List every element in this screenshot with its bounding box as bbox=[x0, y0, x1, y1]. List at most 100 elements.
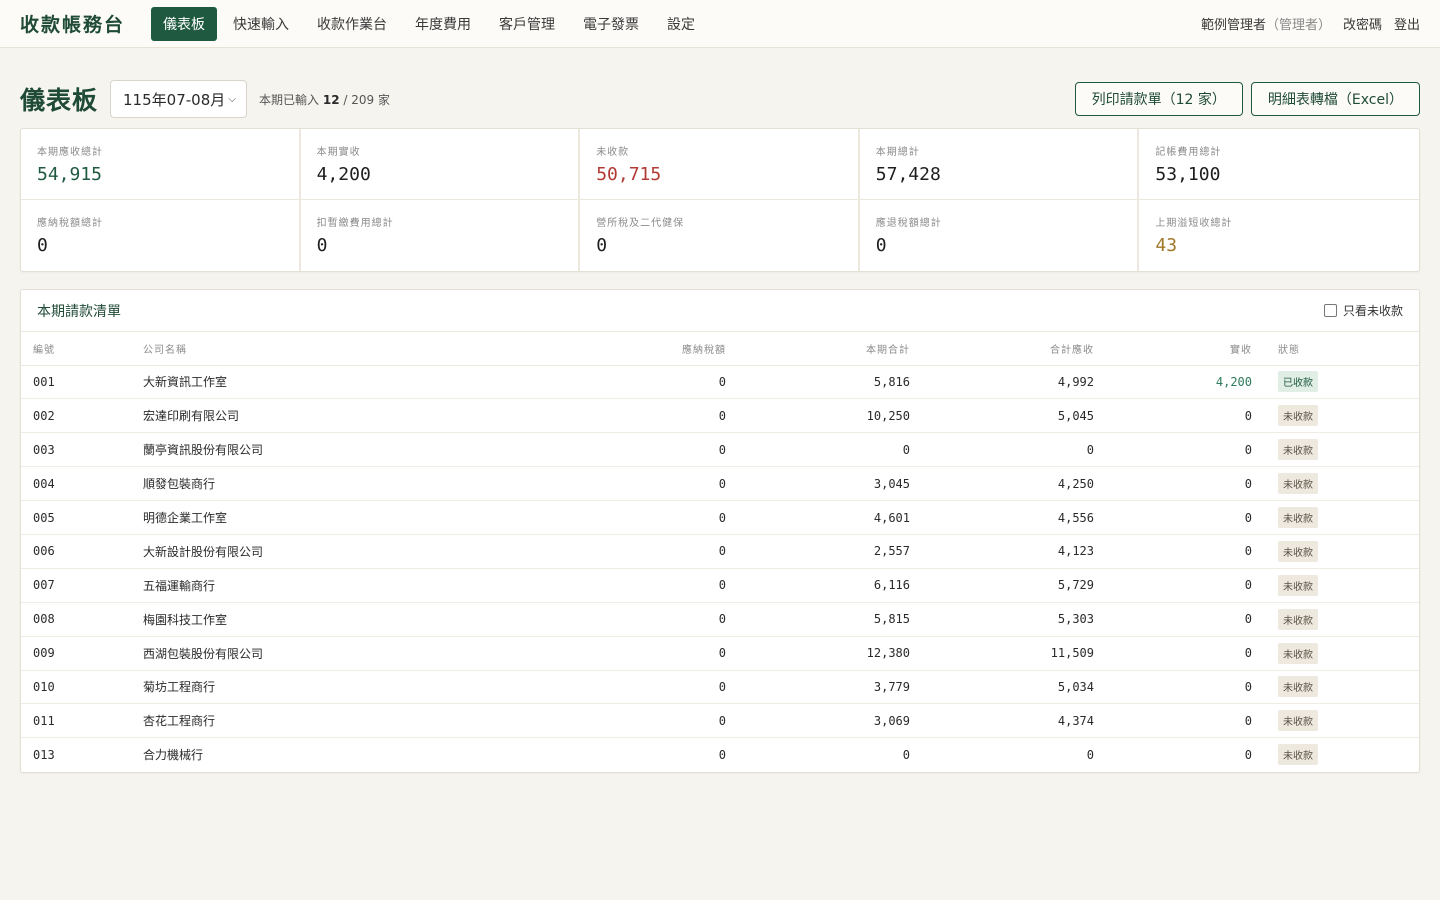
main-nav: 儀表板 快速輸入 收款作業台 年度費用 客戶管理 電子發票 設定 bbox=[151, 6, 707, 41]
stat-card: 本期應收總計 54,915 bbox=[21, 129, 301, 200]
table-row[interactable]: 009 西湖包裝股份有限公司 0 12,380 11,509 0 未收款 bbox=[21, 636, 1419, 671]
row-status: 未收款 bbox=[1254, 602, 1419, 637]
unpaid-only-checkbox[interactable] bbox=[1323, 304, 1337, 317]
row-receivable: 5,045 bbox=[912, 398, 1096, 434]
row-status: 已收款 bbox=[1254, 365, 1419, 400]
row-status: 未收款 bbox=[1254, 398, 1419, 434]
stat-value: 0 bbox=[596, 235, 608, 256]
row-paid: 0 bbox=[1096, 568, 1254, 603]
entered-total: / 209 家 bbox=[339, 92, 390, 107]
row-company-name: 大新設計股份有限公司 bbox=[143, 534, 538, 569]
row-tax: 0 bbox=[538, 534, 728, 569]
row-company-name: 大新資訊工作室 bbox=[143, 365, 538, 400]
row-receivable: 4,992 bbox=[912, 365, 1096, 400]
row-period-total: 3,069 bbox=[728, 703, 912, 739]
row-company-name: 菊坊工程商行 bbox=[143, 670, 538, 705]
row-paid: 0 bbox=[1096, 398, 1254, 434]
brand-logo[interactable]: 收款帳務台 bbox=[20, 10, 125, 37]
table-row[interactable]: 003 蘭亭資訊股份有限公司 0 0 0 0 未收款 bbox=[21, 432, 1419, 468]
nav-item-dashboard[interactable]: 儀表板 bbox=[151, 6, 218, 41]
invoice-table: 編號 公司名稱 應納稅額 本期合計 合計應收 實收 狀態 001 大新資訊工作室 0… bbox=[21, 332, 1419, 772]
row-tax: 0 bbox=[538, 602, 728, 637]
row-receivable: 0 bbox=[912, 432, 1096, 468]
col-header-receivable[interactable]: 合計應收 bbox=[912, 332, 1096, 366]
table-header-row: 編號 公司名稱 應納稅額 本期合計 合計應收 實收 狀態 bbox=[21, 332, 1419, 366]
nav-item-quick-entry[interactable]: 快速輸入 bbox=[221, 7, 301, 41]
stat-card: 記帳費用總計 53,100 bbox=[1139, 129, 1419, 200]
row-receivable: 4,250 bbox=[912, 466, 1096, 502]
row-period-total: 3,045 bbox=[728, 466, 912, 502]
stat-label: 營所稅及二代健保 bbox=[596, 218, 685, 229]
stat-value: 4,200 bbox=[316, 164, 371, 185]
table-row[interactable]: 001 大新資訊工作室 0 5,816 4,992 4,200 已收款 bbox=[21, 365, 1419, 400]
status-badge: 已收款 bbox=[1278, 371, 1318, 393]
table-row[interactable]: 010 菊坊工程商行 0 3,779 5,034 0 未收款 bbox=[21, 670, 1419, 705]
nav-item-collection-desk[interactable]: 收款作業台 bbox=[305, 7, 399, 41]
row-paid: 0 bbox=[1096, 670, 1254, 705]
nav-item-e-invoice[interactable]: 電子發票 bbox=[571, 7, 651, 41]
col-header-paid[interactable]: 實收 bbox=[1096, 332, 1254, 366]
table-row[interactable]: 002 宏達印刷有限公司 0 10,250 5,045 0 未收款 bbox=[21, 398, 1419, 434]
row-id: 005 bbox=[21, 500, 143, 535]
row-tax: 0 bbox=[538, 432, 728, 468]
col-header-id[interactable]: 編號 bbox=[21, 332, 143, 366]
stat-card: 本期總計 57,428 bbox=[859, 129, 1140, 200]
row-id: 006 bbox=[21, 534, 143, 569]
table-row[interactable]: 013 合力機械行 0 0 0 0 未收款 bbox=[21, 738, 1419, 772]
status-badge: 未收款 bbox=[1278, 405, 1318, 427]
table-row[interactable]: 011 杏花工程商行 0 3,069 4,374 0 未收款 bbox=[21, 703, 1419, 739]
status-badge: 未收款 bbox=[1278, 507, 1318, 528]
nav-item-settings[interactable]: 設定 bbox=[655, 7, 707, 41]
unpaid-only-filter[interactable]: 只看未收款 bbox=[1323, 302, 1403, 319]
chevron-down-icon: ⌵ bbox=[228, 93, 237, 105]
period-select[interactable]: 115年07-08月 ⌵ bbox=[110, 80, 248, 118]
table-row[interactable]: 008 梅園科技工作室 0 5,815 5,303 0 未收款 bbox=[21, 602, 1419, 637]
stat-card: 扣暫繳費用總計 0 bbox=[301, 200, 581, 271]
row-tax: 0 bbox=[538, 670, 728, 705]
nav-item-annual-fees[interactable]: 年度費用 bbox=[403, 7, 483, 41]
row-paid: 0 bbox=[1096, 432, 1254, 468]
stat-value: 54,915 bbox=[37, 164, 103, 185]
row-id: 002 bbox=[21, 398, 143, 434]
table-row[interactable]: 006 大新設計股份有限公司 0 2,557 4,123 0 未收款 bbox=[21, 534, 1419, 569]
table-row[interactable]: 004 順發包裝商行 0 3,045 4,250 0 未收款 bbox=[21, 466, 1419, 502]
stat-card: 未收款 50,715 bbox=[580, 129, 860, 200]
row-paid: 0 bbox=[1244, 747, 1252, 762]
row-id: 009 bbox=[21, 636, 143, 671]
row-paid: 0 bbox=[1096, 602, 1254, 637]
status-badge: 未收款 bbox=[1278, 473, 1318, 495]
row-receivable: 11,509 bbox=[912, 636, 1096, 671]
export-excel-button[interactable]: 明細表轉檔（Excel） bbox=[1250, 82, 1420, 116]
col-header-tax[interactable]: 應納稅額 bbox=[538, 332, 728, 366]
stat-label: 上期溢短收總計 bbox=[1155, 218, 1233, 229]
row-receivable: 5,034 bbox=[912, 670, 1096, 705]
user-area: 範例管理者（管理者） 改密碼 登出 bbox=[1201, 14, 1420, 33]
stat-card: 應退稅額總計 0 bbox=[860, 200, 1140, 271]
row-tax: 0 bbox=[538, 466, 728, 502]
table-row[interactable]: 005 明德企業工作室 0 4,601 4,556 0 未收款 bbox=[21, 500, 1419, 535]
col-header-period-total[interactable]: 本期合計 bbox=[728, 332, 912, 366]
stat-value: 0 bbox=[37, 235, 48, 256]
change-password-link[interactable]: 改密碼 bbox=[1343, 14, 1382, 33]
stat-label: 記帳費用總計 bbox=[1155, 147, 1222, 158]
row-company-name: 西湖包裝股份有限公司 bbox=[143, 636, 538, 671]
row-id: 010 bbox=[21, 670, 143, 705]
row-company-name: 順發包裝商行 bbox=[143, 466, 538, 502]
print-invoices-button[interactable]: 列印請款單（12 家） bbox=[1074, 82, 1243, 116]
table-row[interactable]: 007 五福運輸商行 0 6,116 5,729 0 未收款 bbox=[21, 568, 1419, 603]
nav-item-customers[interactable]: 客戶管理 bbox=[487, 7, 567, 41]
row-receivable: 0 bbox=[1086, 747, 1094, 762]
row-period-total: 6,116 bbox=[728, 568, 912, 603]
row-tax: 0 bbox=[538, 500, 728, 535]
status-badge: 未收款 bbox=[1278, 642, 1318, 664]
logout-link[interactable]: 登出 bbox=[1394, 14, 1420, 33]
row-receivable: 5,729 bbox=[912, 568, 1096, 603]
status-badge: 未收款 bbox=[1278, 608, 1318, 630]
col-header-status[interactable]: 狀態 bbox=[1254, 332, 1419, 366]
stat-card: 應納稅額總計 0 bbox=[21, 200, 301, 271]
stat-label: 扣暫繳費用總計 bbox=[316, 218, 394, 229]
stat-value: 53,100 bbox=[1155, 164, 1221, 185]
stat-card: 營所稅及二代健保 0 bbox=[580, 200, 860, 271]
row-id: 004 bbox=[21, 466, 143, 502]
col-header-company[interactable]: 公司名稱 bbox=[143, 332, 538, 366]
